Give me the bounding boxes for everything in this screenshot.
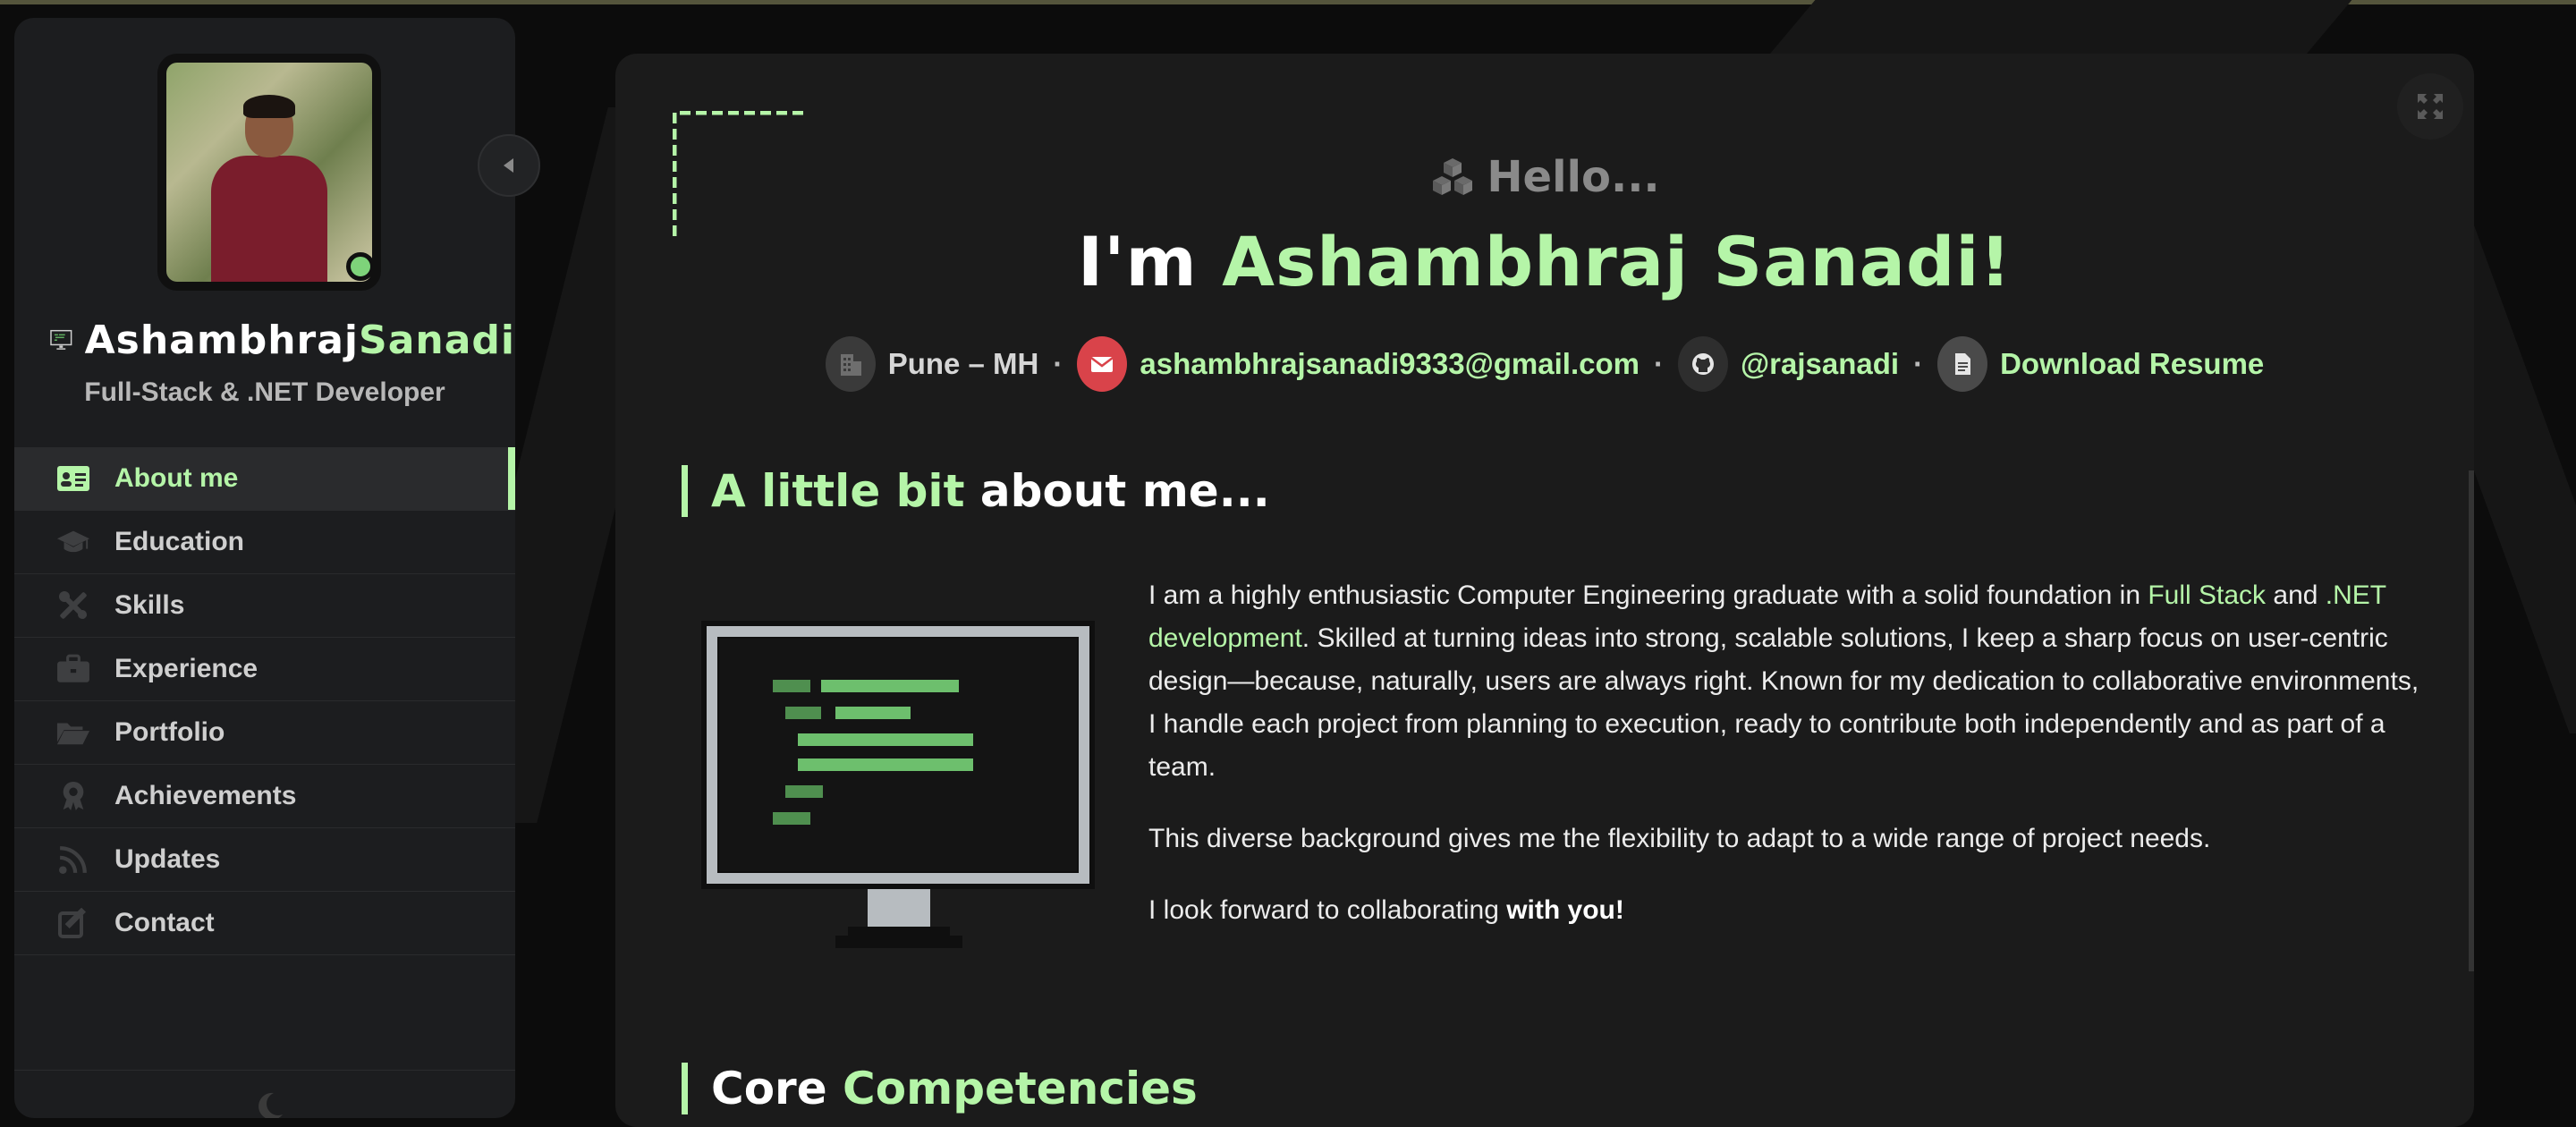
sidebar-nav: About me Education Skills Experience Por… bbox=[14, 447, 515, 955]
about-title-green: A little bit bbox=[711, 465, 965, 517]
expand-icon bbox=[2418, 94, 2443, 119]
sidebar-collapse-button[interactable] bbox=[478, 134, 540, 197]
avatar bbox=[157, 54, 381, 291]
sidebar-item-label: Education bbox=[114, 527, 245, 556]
email-link[interactable]: ashambhrajsanadi9333@gmail.com bbox=[1077, 336, 1640, 392]
rss-icon bbox=[55, 843, 91, 876]
building-icon bbox=[825, 336, 876, 392]
sidebar-item-contact[interactable]: Contact bbox=[14, 892, 515, 955]
resume-link[interactable]: Download Resume bbox=[1937, 336, 2264, 392]
sidebar-item-education[interactable]: Education bbox=[14, 511, 515, 574]
about-body: I am a highly enthusiastic Computer Engi… bbox=[1148, 574, 2428, 961]
role-subtitle: Full-Stack & .NET Developer bbox=[84, 377, 445, 407]
file-icon bbox=[1937, 336, 1988, 392]
scrollbar[interactable] bbox=[2469, 470, 2474, 971]
briefcase-icon bbox=[55, 653, 91, 685]
separator: · bbox=[1653, 347, 1664, 380]
id-card-icon bbox=[55, 462, 91, 495]
about-title-white: about me... bbox=[979, 465, 1270, 517]
folder-open-icon bbox=[55, 716, 91, 749]
about-paragraph: I am a highly enthusiastic Computer Engi… bbox=[1148, 574, 2428, 789]
text-run: I am a highly enthusiastic Computer Engi… bbox=[1148, 580, 2148, 610]
separator: · bbox=[1053, 347, 1063, 380]
main-panel: Hello... I'm Ashambhraj Sanadi! Pune – M… bbox=[615, 54, 2474, 1127]
about-paragraph: This diverse background gives me the fle… bbox=[1148, 824, 2211, 853]
edit-icon bbox=[55, 907, 91, 939]
sidebar-divider bbox=[14, 1070, 515, 1071]
profile-photo bbox=[166, 63, 372, 282]
text-run: and bbox=[2266, 580, 2326, 610]
sidebar-item-portfolio[interactable]: Portfolio bbox=[14, 701, 515, 765]
envelope-icon bbox=[1077, 336, 1128, 392]
sidebar-item-label: About me bbox=[114, 463, 239, 493]
text-emphasis: with you! bbox=[1506, 895, 1624, 925]
competencies-title-green: Competencies bbox=[843, 1063, 1198, 1114]
location: Pune – MH bbox=[825, 336, 1039, 392]
greeting-text: Hello... bbox=[1487, 152, 1660, 202]
sidebar-item-about[interactable]: About me bbox=[14, 447, 515, 511]
highlight-full-stack: Full Stack bbox=[2148, 580, 2267, 610]
expand-button[interactable] bbox=[2397, 73, 2463, 140]
brand-last-name: Sanadi bbox=[359, 317, 515, 363]
location-text: Pune – MH bbox=[887, 347, 1039, 380]
sidebar: AshambhrajSanadi Full-Stack & .NET Devel… bbox=[14, 18, 515, 1118]
github-link[interactable]: @rajsanadi bbox=[1677, 336, 1899, 392]
headline-name: Ashambhraj Sanadi! bbox=[1222, 222, 2012, 301]
text-run: . Skilled at turning ideas into strong, … bbox=[1148, 623, 2419, 782]
github-handle[interactable]: @rajsanadi bbox=[1741, 347, 1899, 381]
sidebar-item-label: Contact bbox=[114, 908, 215, 937]
tools-icon bbox=[55, 589, 91, 622]
sidebar-item-skills[interactable]: Skills bbox=[14, 574, 515, 638]
cubes-icon bbox=[1433, 158, 1473, 195]
separator: · bbox=[1913, 347, 1924, 380]
brand-name: AshambhrajSanadi bbox=[85, 318, 515, 363]
email-text[interactable]: ashambhrajsanadi9333@gmail.com bbox=[1140, 347, 1640, 381]
sidebar-item-label: Achievements bbox=[114, 781, 297, 810]
text-run: I look forward to collaborating bbox=[1148, 895, 1507, 925]
code-monitor-icon bbox=[50, 329, 72, 350]
github-icon bbox=[1677, 336, 1728, 392]
moon-icon[interactable] bbox=[254, 1091, 284, 1118]
award-icon bbox=[55, 780, 91, 812]
contact-bar: Pune – MH · ashambhrajsanadi9333@gmail.c… bbox=[615, 336, 2474, 392]
online-status-dot bbox=[346, 252, 375, 281]
page-title: I'm Ashambhraj Sanadi! bbox=[615, 222, 2474, 301]
brand: AshambhrajSanadi bbox=[50, 315, 515, 365]
sidebar-item-label: Experience bbox=[114, 654, 258, 683]
sidebar-item-updates[interactable]: Updates bbox=[14, 828, 515, 892]
graduation-cap-icon bbox=[55, 526, 91, 558]
greeting: Hello... bbox=[615, 152, 2474, 202]
sidebar-item-label: Portfolio bbox=[114, 717, 225, 747]
sidebar-item-label: Updates bbox=[114, 844, 221, 874]
competencies-section-title: Core Competencies bbox=[682, 1063, 1198, 1114]
code-monitor-illustration bbox=[701, 621, 1095, 948]
about-paragraph: I look forward to collaborating with you… bbox=[1148, 889, 2428, 932]
sidebar-item-label: Skills bbox=[114, 590, 185, 620]
competencies-title-white: Core bbox=[711, 1063, 827, 1114]
caret-left-icon bbox=[504, 158, 513, 173]
about-section-title: A little bit about me... bbox=[682, 465, 1270, 517]
resume-text[interactable]: Download Resume bbox=[2000, 347, 2264, 381]
headline-prefix: I'm bbox=[1077, 222, 1198, 301]
sidebar-item-achievements[interactable]: Achievements bbox=[14, 765, 515, 828]
sidebar-item-experience[interactable]: Experience bbox=[14, 638, 515, 701]
brand-first-name: Ashambhraj bbox=[84, 317, 360, 363]
